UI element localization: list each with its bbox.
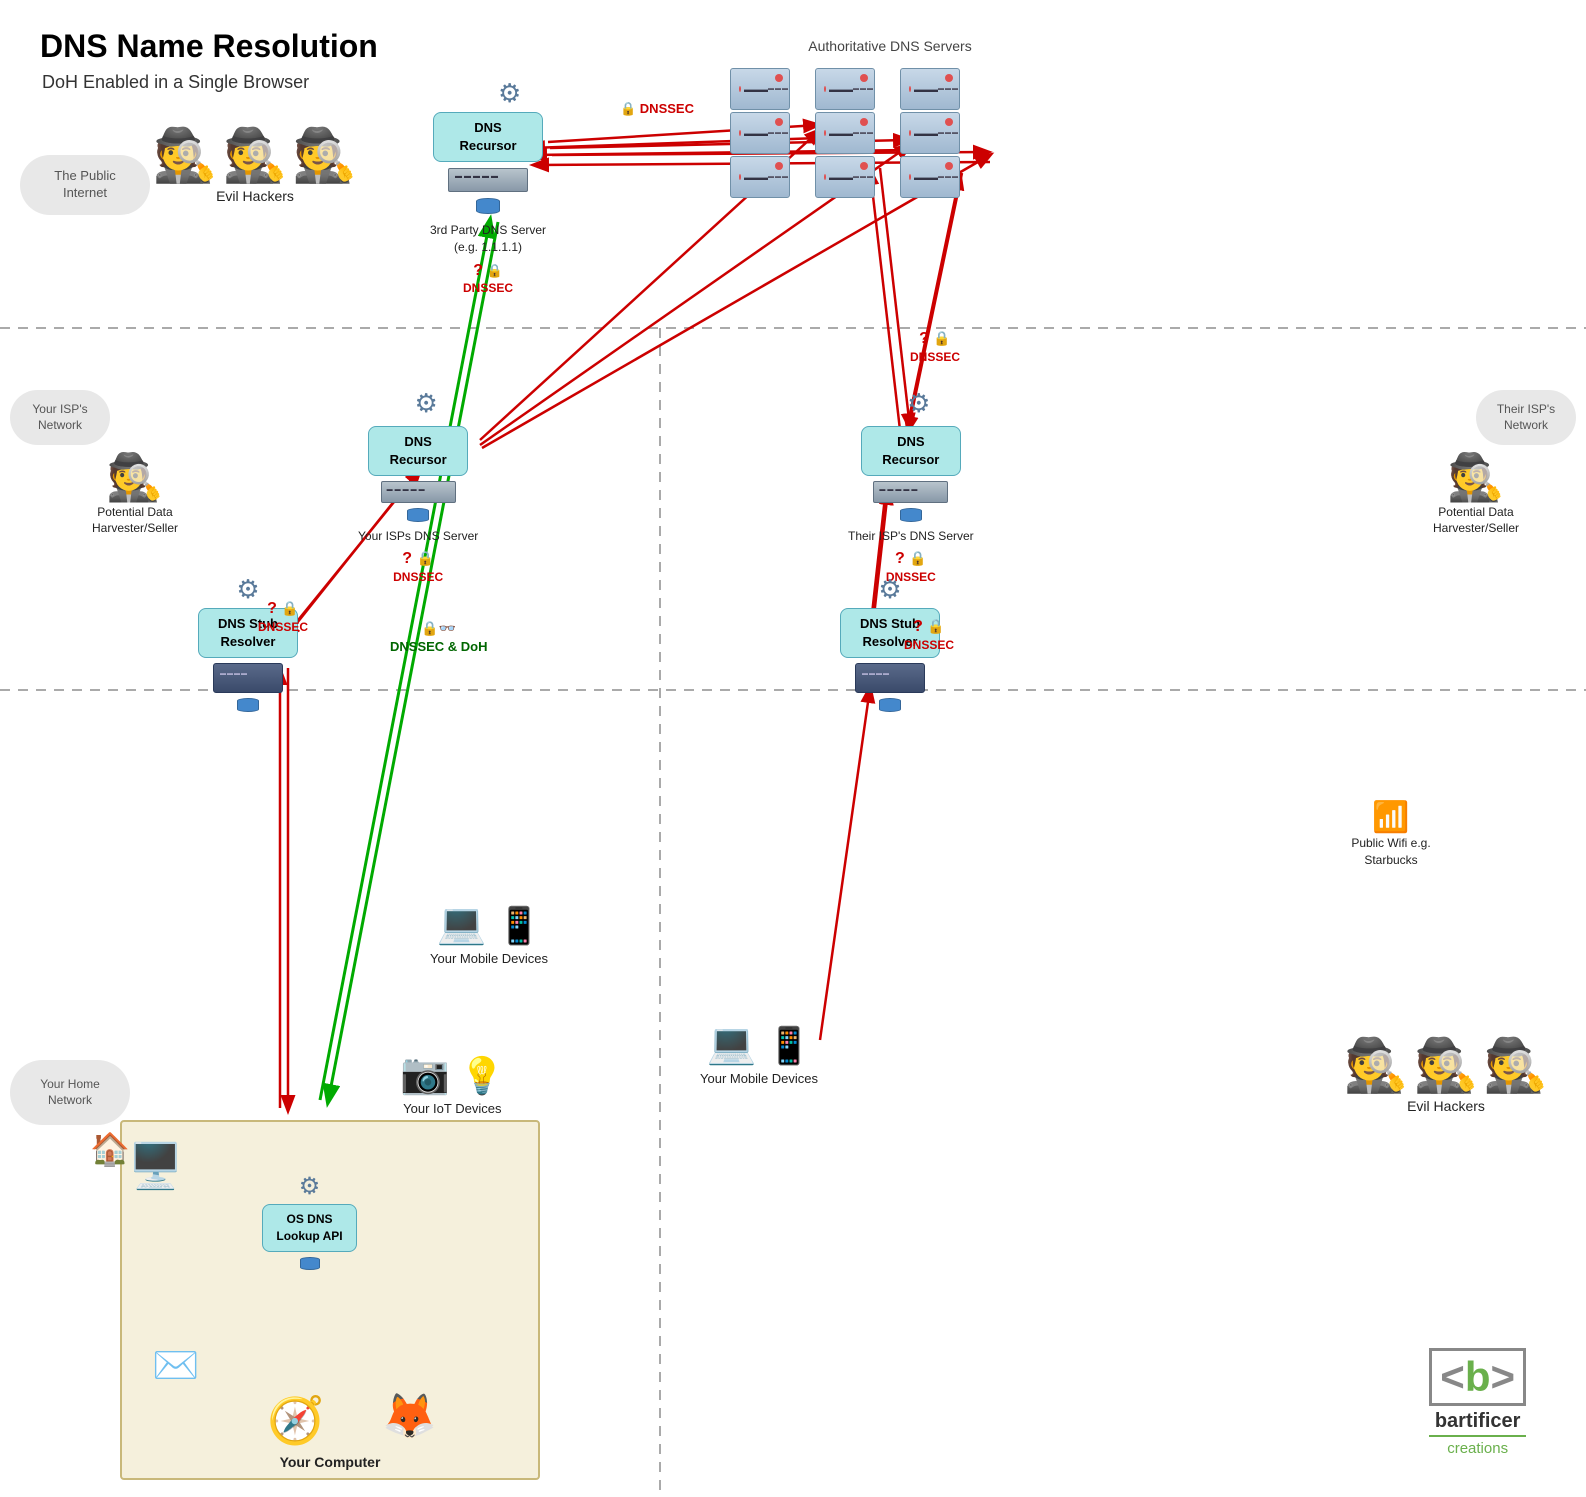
- public-wifi: 📶 Public Wifi e.g. Starbucks: [1336, 800, 1446, 869]
- safari-icon: 🧭: [267, 1393, 324, 1448]
- potential-harvester-2: 🕵 Potential Data Harvester/Seller: [1416, 450, 1536, 536]
- cloud-their-isp: Their ISP's Network: [1476, 390, 1576, 445]
- your-computer-box: ⚙ OS DNS Lookup API ✉️ 🧭 🦊 Your Computer: [120, 1120, 540, 1480]
- your-computer-label: Your Computer: [280, 1454, 381, 1470]
- dnssec-their-stub: ? 🔒 DNSSEC: [904, 618, 954, 654]
- isp-dns-group: ⚙ DNSRecursor ▬▬▬▬▬ Your ISPs DNS Server…: [358, 388, 478, 586]
- evil-hackers-2: 🕵🕵🕵 Evil Hackers: [1366, 1040, 1526, 1114]
- os-dns-group: ⚙ OS DNS Lookup API: [262, 1172, 357, 1270]
- house-icon: 🏠: [90, 1130, 130, 1168]
- auth-servers-label: Authoritative DNS Servers: [700, 38, 1080, 54]
- cloud-public-internet: The Public Internet: [20, 155, 150, 215]
- dnssec-stub: ? 🔒 DNSSEC: [258, 600, 308, 636]
- their-mobile-devices: 💻 📱 Your Mobile Devices: [700, 1020, 818, 1086]
- cloud-isp-network: Your ISP's Network: [10, 390, 110, 445]
- page-title: DNS Name Resolution: [40, 28, 378, 65]
- your-mobile-devices: 💻 📱 Your Mobile Devices: [430, 900, 548, 966]
- desktop-computer-icon: 🖥️: [128, 1140, 183, 1192]
- your-iot-devices: 📷 💡 Your IoT Devices: [400, 1050, 505, 1116]
- their-isp-dns-group: ⚙ DNSRecursor ▬▬▬▬▬ Their ISP's DNS Serv…: [848, 388, 974, 586]
- firefox-icon: 🦊: [382, 1390, 437, 1442]
- dns-3rdparty-group: ⚙ DNSRecursor ▬▬▬▬▬ 3rd Party DNS Server…: [430, 100, 546, 295]
- evil-hackers-1: 🕵🕵🕵 Evil Hackers: [180, 130, 330, 204]
- dns-stub-yours: ⚙ DNS StubResolver ▬▬▬▬: [198, 574, 298, 712]
- bartificer-logo: <b> bartificer creations: [1429, 1348, 1526, 1457]
- mail-app-icon: ✉️: [152, 1344, 199, 1388]
- page-subtitle: DoH Enabled in a Single Browser: [42, 72, 309, 93]
- dnssec-right: ? 🔒 DNSSEC: [910, 330, 960, 366]
- dnssec-label-top: 🔒 DNSSEC: [620, 100, 694, 118]
- potential-harvester-1: 🕵 Potential Data Harvester/Seller: [80, 450, 190, 536]
- cloud-home-network: Your Home Network: [10, 1060, 130, 1125]
- auth-server-group: ▬▬▬ ▬▬▬ ▬▬▬ ▬▬▬ ▬▬▬ ▬▬▬ ▬▬▬: [730, 68, 960, 198]
- dnssec-doh-label: 🔒👓 DNSSEC & DoH: [390, 620, 488, 656]
